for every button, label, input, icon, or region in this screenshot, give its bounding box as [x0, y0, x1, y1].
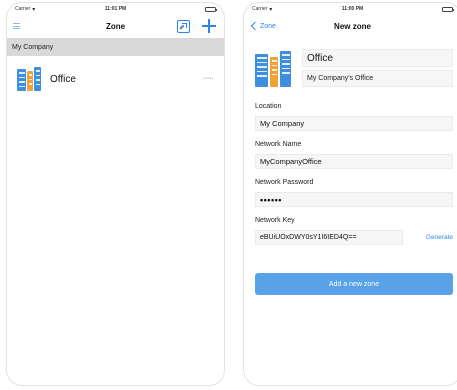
network-password-row: •••••• [255, 192, 453, 207]
section-header: My Company [7, 38, 224, 56]
location-field[interactable]: My Company [255, 116, 453, 131]
network-name-label: Network Name [255, 141, 302, 148]
status-bar: Carrier ▾ 11:00 PM [244, 3, 457, 15]
hamburger-icon [13, 23, 20, 29]
page-title: Zone [105, 21, 126, 31]
navigation-bar: Zone [7, 15, 224, 37]
carrier-label: Carrier [252, 6, 268, 12]
generate-key-button[interactable]: Generate [426, 230, 453, 245]
zone-header: Office My Company's Office [255, 45, 453, 95]
zone-description-field[interactable]: My Company's Office [302, 70, 453, 87]
menu-button[interactable] [13, 15, 20, 37]
zone-name-field[interactable]: Office [302, 49, 453, 67]
add-zone-button[interactable]: Add a new zone [255, 273, 453, 295]
network-key-label: Network Key [255, 217, 295, 224]
network-password-field[interactable]: •••••• [255, 192, 453, 207]
wifi-icon: ▾ [32, 6, 36, 13]
status-bar: Carrier ▾ 11:01 PM [7, 3, 224, 15]
zone-list-screen: Carrier ▾ 11:01 PM Zone My Company Offic… [6, 2, 225, 386]
status-time: 11:00 PM [341, 6, 364, 12]
share-icon[interactable] [177, 19, 190, 33]
wifi-icon: ▾ [269, 6, 273, 13]
carrier-label: Carrier [15, 6, 31, 12]
network-key-row: eBUiUOxDWY0sY1I6IED4Q== Generate [255, 230, 453, 245]
building-icon[interactable] [255, 51, 291, 87]
zone-list-item[interactable]: Office ••••• [7, 59, 224, 99]
new-zone-screen: Carrier ▾ 11:00 PM Zone New zone Office … [243, 2, 457, 386]
add-zone-icon[interactable] [202, 19, 216, 33]
back-button[interactable]: Zone [250, 15, 276, 37]
network-key-field[interactable]: eBUiUOxDWY0sY1I6IED4Q== [255, 230, 403, 245]
chevron-left-icon [250, 21, 260, 31]
network-name-row: MyCompanyOffice [255, 154, 453, 169]
network-name-field[interactable]: MyCompanyOffice [255, 154, 453, 169]
location-row: My Company [255, 116, 453, 131]
battery-icon [442, 6, 455, 12]
status-time: 11:01 PM [104, 6, 127, 12]
building-icon [17, 67, 41, 91]
page-title: New zone [334, 21, 371, 31]
zone-detail-dots: ••••• [202, 76, 214, 82]
navigation-bar: Zone New zone [244, 15, 457, 37]
zone-name: Office [50, 73, 76, 85]
location-label: Location [255, 103, 282, 110]
network-password-label: Network Password [255, 179, 314, 186]
back-label: Zone [260, 22, 276, 30]
battery-icon [205, 6, 218, 12]
